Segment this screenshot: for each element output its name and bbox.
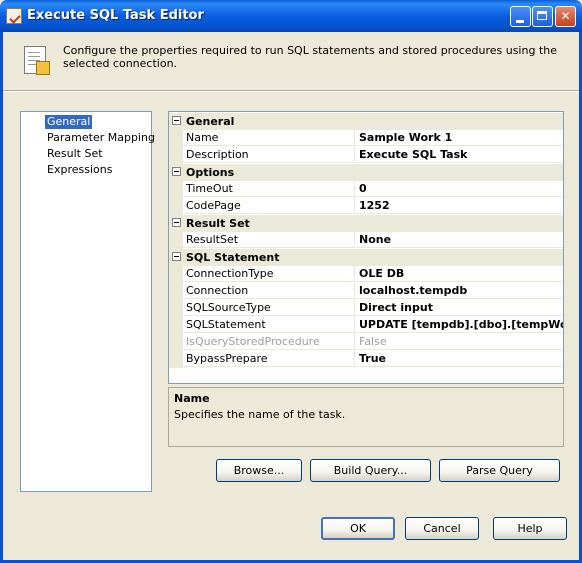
property-value[interactable]: Execute SQL Task (356, 147, 563, 163)
property-value[interactable]: OLE DB (356, 266, 563, 282)
help-button[interactable]: Help (493, 517, 567, 540)
property-value[interactable]: 1252 (356, 198, 563, 214)
property-row-resultset[interactable]: ResultSet None (169, 232, 563, 249)
description-text: Specifies the name of the task. (174, 408, 346, 421)
category-general[interactable]: General (169, 113, 563, 130)
property-row-description[interactable]: Description Execute SQL Task (169, 147, 563, 164)
property-value[interactable]: UPDATE [tempdb].[dbo].[tempWork (356, 317, 563, 333)
property-name: ConnectionType (183, 266, 355, 282)
header-description: Configure the properties required to run… (63, 44, 557, 70)
property-row-sqlsourcetype[interactable]: SQLSourceType Direct input (169, 300, 563, 317)
category-options[interactable]: Options (169, 164, 563, 181)
property-name: SQLStatement (183, 317, 355, 333)
page-list: General Parameter Mapping Result Set Exp… (20, 111, 155, 492)
property-value[interactable]: localhost.tempdb (356, 283, 563, 299)
build-query-button[interactable]: Build Query... (310, 459, 431, 482)
category-label: Options (186, 166, 235, 179)
category-label: General (186, 115, 235, 128)
property-name: TimeOut (183, 181, 355, 197)
maximize-button[interactable] (532, 6, 553, 27)
property-value[interactable]: 0 (356, 181, 563, 197)
category-sql-statement[interactable]: SQL Statement (169, 249, 563, 266)
property-value[interactable]: None (356, 232, 563, 248)
property-value[interactable]: Direct input (356, 300, 563, 316)
property-name: Description (183, 147, 355, 163)
title-bar[interactable]: Execute SQL Task Editor ✕ (0, 0, 582, 32)
property-row-codepage[interactable]: CodePage 1252 (169, 198, 563, 215)
description-title: Name (174, 392, 210, 405)
category-label: SQL Statement (186, 251, 280, 264)
property-row-connection[interactable]: Connection localhost.tempdb (169, 283, 563, 300)
property-row-connectiontype[interactable]: ConnectionType OLE DB (169, 266, 563, 283)
window-title: Execute SQL Task Editor (27, 8, 204, 23)
category-result-set[interactable]: Result Set (169, 215, 563, 232)
minimize-button[interactable] (510, 6, 531, 27)
property-row-name[interactable]: Name Sample Work 1 (169, 130, 563, 147)
nav-item-result-set[interactable]: Result Set (45, 147, 105, 161)
ok-button[interactable]: OK (321, 517, 395, 540)
property-name: CodePage (183, 198, 355, 214)
nav-item-parameter-mapping[interactable]: Parameter Mapping (45, 131, 157, 145)
property-value[interactable]: True (356, 351, 563, 367)
collapse-icon[interactable] (172, 218, 181, 227)
nav-item-general[interactable]: General (45, 115, 93, 129)
collapse-icon[interactable] (172, 167, 181, 176)
collapse-icon[interactable] (172, 252, 181, 261)
header-panel: Configure the properties required to run… (3, 32, 579, 90)
property-name: ResultSet (183, 232, 355, 248)
property-row-timeout[interactable]: TimeOut 0 (169, 181, 563, 198)
property-description-pane: Name Specifies the name of the task. (168, 387, 564, 447)
collapse-icon[interactable] (172, 116, 181, 125)
cancel-button[interactable]: Cancel (405, 517, 479, 540)
nav-item-expressions[interactable]: Expressions (45, 163, 114, 177)
property-name: IsQueryStoredProcedure (183, 334, 355, 350)
property-row-isquerystoredprocedure: IsQueryStoredProcedure False (169, 334, 563, 351)
property-name: SQLSourceType (183, 300, 355, 316)
property-name: Name (183, 130, 355, 146)
close-button[interactable]: ✕ (555, 6, 576, 27)
property-value: False (356, 334, 563, 350)
parse-query-button[interactable]: Parse Query (439, 459, 560, 482)
property-row-sqlstatement[interactable]: SQLStatement UPDATE [tempdb].[dbo].[temp… (169, 317, 563, 334)
property-name: Connection (183, 283, 355, 299)
header-divider (3, 90, 579, 92)
property-value[interactable]: Sample Work 1 (356, 130, 563, 146)
property-name: BypassPrepare (183, 351, 355, 367)
task-editor-icon (6, 8, 22, 24)
property-grid: General Name Sample Work 1 Description E… (168, 111, 564, 384)
task-document-icon (22, 46, 50, 76)
property-row-bypassprepare[interactable]: BypassPrepare True (169, 351, 563, 368)
category-label: Result Set (186, 217, 250, 230)
browse-button[interactable]: Browse... (216, 459, 302, 482)
